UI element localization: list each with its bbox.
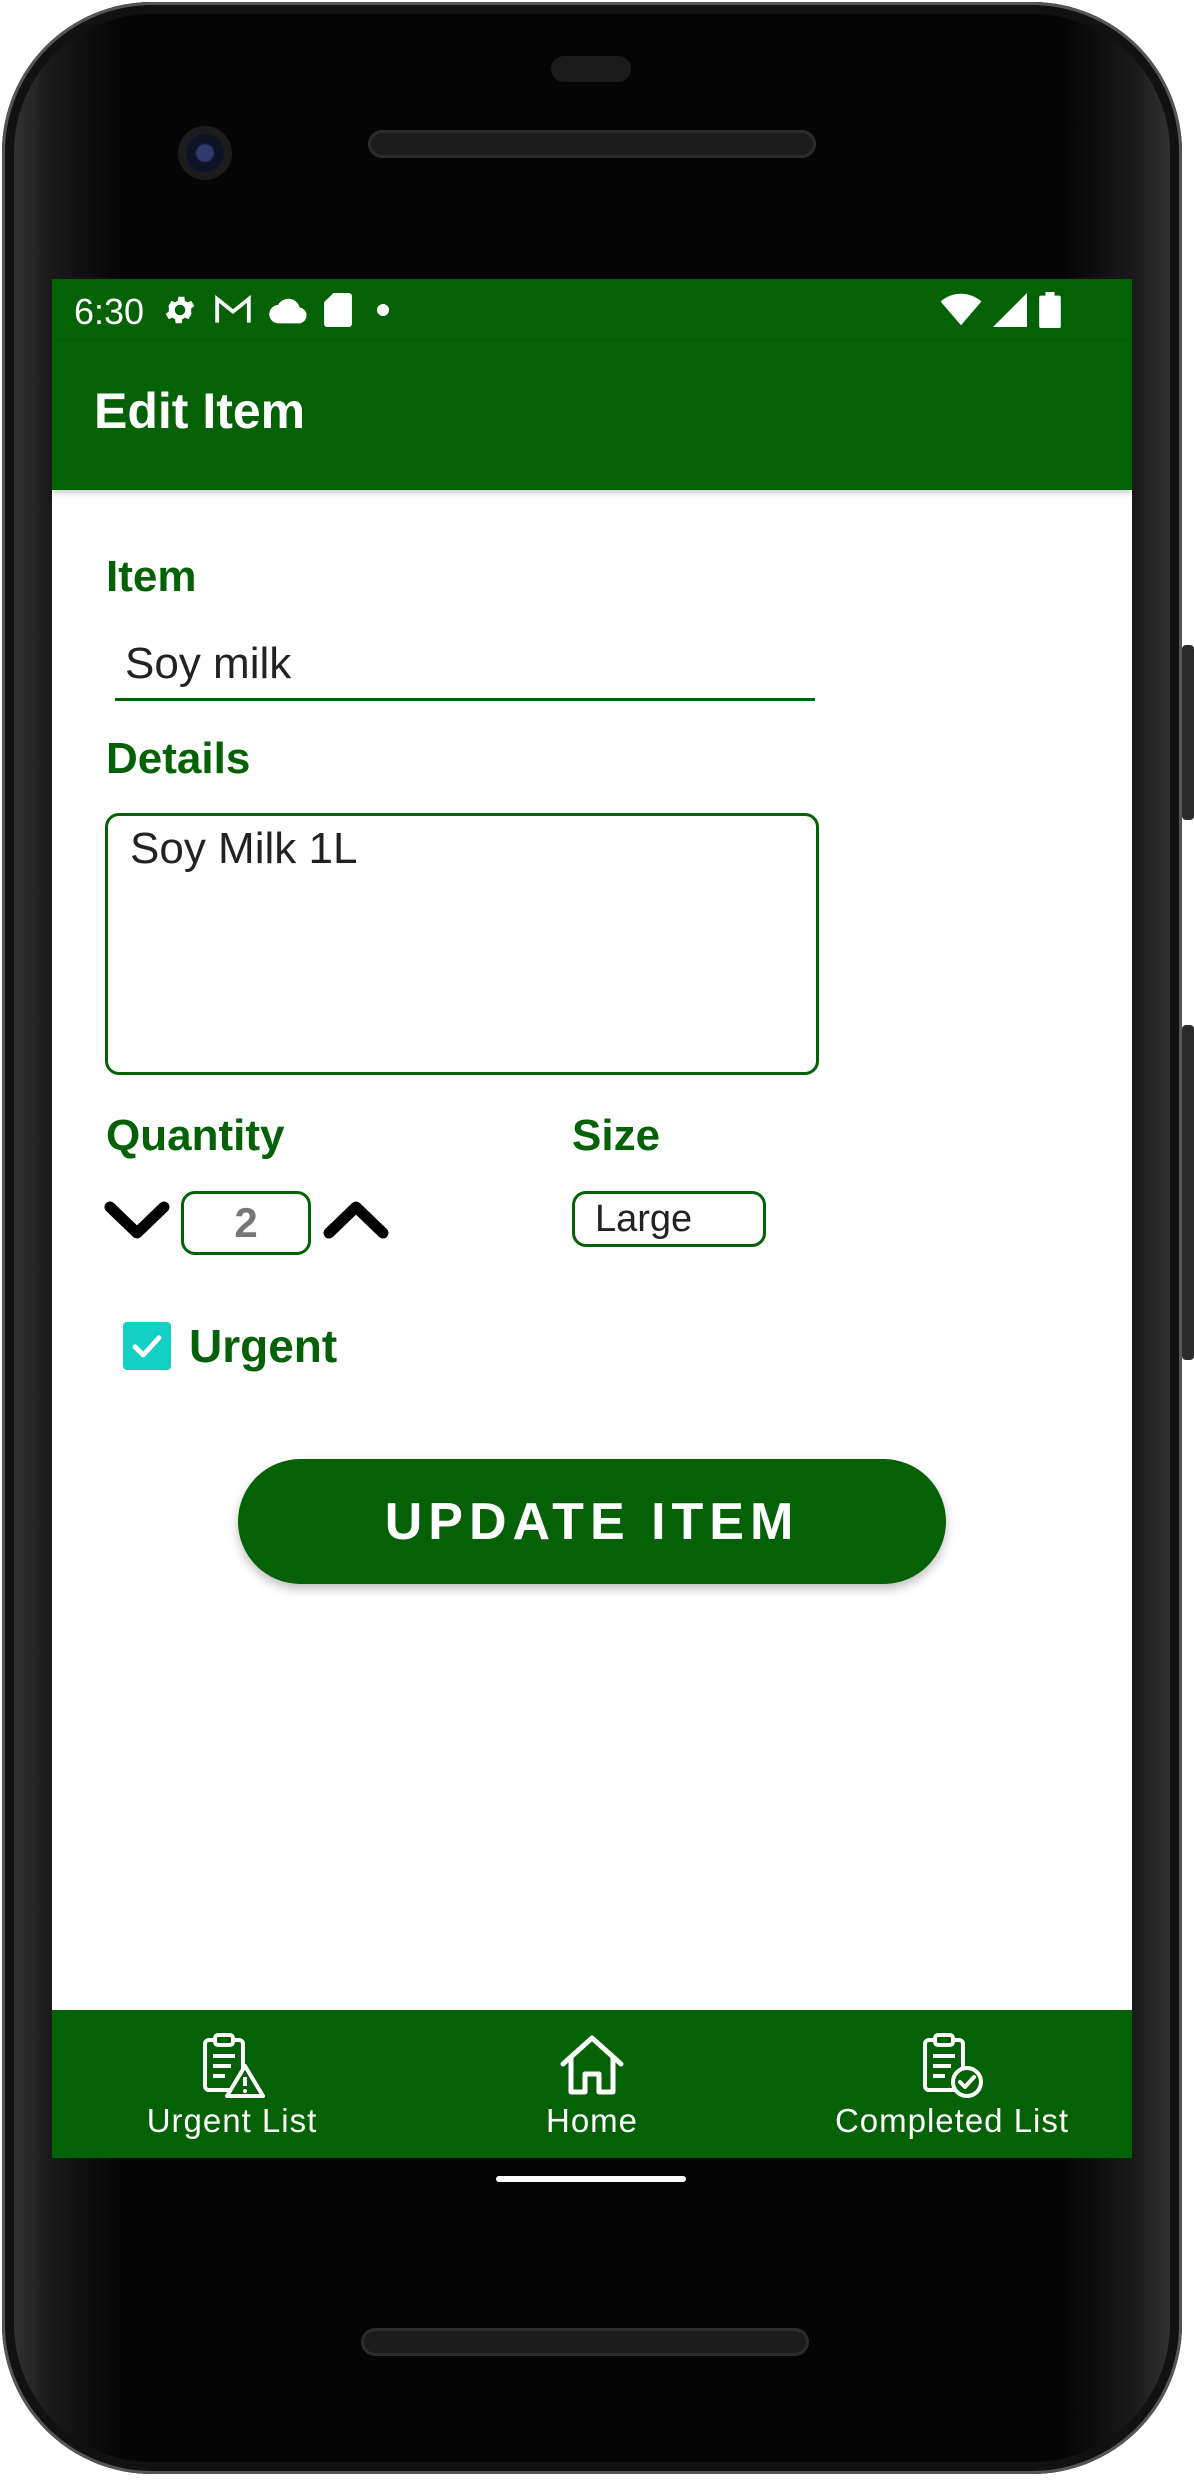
home-icon [560,2035,624,2095]
dot-icon [377,304,389,316]
cloud-icon [269,298,307,324]
check-icon [132,1335,162,1358]
nav-urgent-list[interactable]: Urgent List [52,2010,412,2158]
chevron-up-icon[interactable] [323,1199,389,1239]
phone-frame: 6:30 Edit Item Item Details Soy Milk 1L … [0,0,1194,2480]
chevron-down-icon[interactable] [104,1201,170,1241]
status-system-icons [940,292,1062,328]
bottom-speaker [361,2328,809,2356]
front-camera [178,126,232,180]
app-screen: 6:30 Edit Item Item Details Soy Milk 1L … [52,279,1132,2158]
top-sensor [551,56,631,82]
volume-button [1182,1025,1194,1360]
power-button [1182,645,1194,820]
page-title: Edit Item [94,383,306,439]
gesture-home-indicator[interactable] [496,2176,686,2182]
wifi-icon [940,293,982,326]
details-textarea[interactable]: Soy Milk 1L [105,813,819,1075]
bottom-navigation: Urgent List Home Completed List [52,2010,1132,2158]
nav-completed-list[interactable]: Completed List [772,2010,1132,2158]
nav-home[interactable]: Home [412,2010,772,2158]
size-dropdown[interactable]: Large [572,1191,766,1247]
clipboard-warning-icon [203,2033,265,2098]
clipboard-check-icon [923,2033,983,2098]
size-label: Size [572,1111,661,1160]
app-bar: Edit Item [52,342,1132,490]
update-item-button[interactable]: UPDATE ITEM [238,1459,946,1584]
status-time: 6:30 [74,291,145,332]
urgent-label[interactable]: Urgent [189,1319,337,1373]
sd-card-icon [324,293,352,327]
details-label: Details [106,734,251,783]
urgent-checkbox[interactable] [123,1322,171,1370]
nav-urgent-list-label: Urgent List [146,2102,318,2139]
quantity-value[interactable]: 2 [181,1191,311,1255]
nav-completed-list-label: Completed List [834,2102,1070,2139]
item-label: Item [106,552,197,601]
battery-icon [1039,292,1061,328]
earpiece-speaker [368,130,816,158]
item-input[interactable] [115,629,815,701]
signal-icon [993,293,1027,327]
nav-home-label: Home [545,2102,639,2139]
gear-icon [165,296,195,324]
gmail-icon [215,294,251,323]
quantity-label: Quantity [106,1111,285,1160]
status-bar: 6:30 [52,279,1132,342]
status-notification-icons [162,292,398,328]
